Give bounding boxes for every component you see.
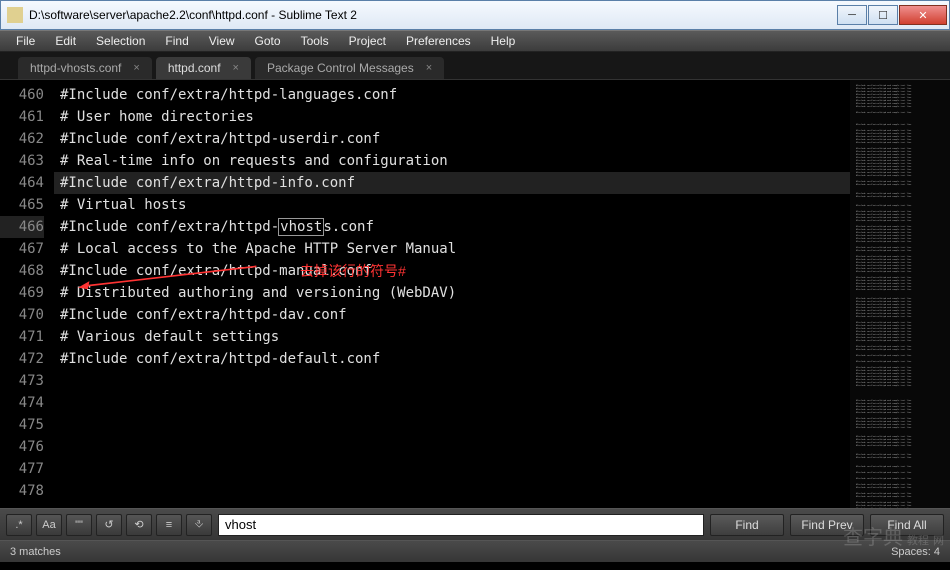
tab[interactable]: httpd-vhosts.conf × bbox=[18, 57, 152, 79]
find-options: .*Aa""↺⟲≡⎀ bbox=[6, 514, 212, 536]
annotation-arrow bbox=[78, 262, 258, 292]
menu-preferences[interactable]: Preferences bbox=[396, 32, 481, 50]
code-line: #Include conf/extra/httpd-default.conf bbox=[54, 348, 850, 370]
menu-goto[interactable]: Goto bbox=[245, 32, 291, 50]
tabbar: httpd-vhosts.conf×httpd.conf×Package Con… bbox=[0, 52, 950, 80]
code-line: # Real-time info on requests and configu… bbox=[54, 150, 850, 172]
find-all-button[interactable]: Find All bbox=[870, 514, 944, 536]
find-option[interactable]: "" bbox=[66, 514, 92, 536]
tab-close-icon[interactable]: × bbox=[233, 62, 239, 74]
code-line: #Include conf/extra/httpd-dav.conf bbox=[54, 304, 850, 326]
menu-project[interactable]: Project bbox=[339, 32, 396, 50]
find-option[interactable]: Aa bbox=[36, 514, 62, 536]
tab-close-icon[interactable]: × bbox=[426, 62, 432, 74]
code-line: #Include conf/extra/httpd-userdir.conf bbox=[54, 128, 850, 150]
minimap[interactable]: #Include conf/extra/httpd mod sample tex… bbox=[850, 80, 950, 508]
tab-close-icon[interactable]: × bbox=[133, 62, 139, 74]
menu-find[interactable]: Find bbox=[155, 32, 198, 50]
code-line: # Local access to the Apache HTTP Server… bbox=[54, 238, 850, 260]
minimap-content: #Include conf/extra/httpd mod sample tex… bbox=[856, 82, 911, 508]
annotation-text: 去掉该行的符号# bbox=[300, 260, 406, 282]
tab-label: httpd-vhosts.conf bbox=[30, 61, 121, 75]
app-icon bbox=[7, 7, 23, 23]
line-gutter: 4604614624634644654664674684694704714724… bbox=[0, 80, 54, 508]
maximize-button[interactable]: ☐ bbox=[868, 5, 898, 25]
menubar: FileEditSelectionFindViewGotoToolsProjec… bbox=[0, 30, 950, 52]
code-line: #Include conf/extra/httpd-vhosts.conf bbox=[54, 216, 850, 238]
window-controls: ─ ☐ ✕ bbox=[836, 5, 947, 25]
code-line: # Virtual hosts bbox=[54, 194, 850, 216]
code-line: # Various default settings bbox=[54, 326, 850, 348]
find-bar: .*Aa""↺⟲≡⎀ Find Find Prev Find All bbox=[0, 508, 950, 540]
tab[interactable]: httpd.conf × bbox=[156, 57, 251, 79]
find-option[interactable]: .* bbox=[6, 514, 32, 536]
indent-indicator[interactable]: Spaces: 4 bbox=[891, 546, 940, 558]
find-prev-button[interactable]: Find Prev bbox=[790, 514, 864, 536]
menu-edit[interactable]: Edit bbox=[45, 32, 86, 50]
editor: 4604614624634644654664674684694704714724… bbox=[0, 80, 950, 508]
match-count: 3 matches bbox=[10, 546, 61, 558]
menu-file[interactable]: File bbox=[6, 32, 45, 50]
tab-label: httpd.conf bbox=[168, 61, 221, 75]
minimize-button[interactable]: ─ bbox=[837, 5, 867, 25]
menu-tools[interactable]: Tools bbox=[291, 32, 339, 50]
tab[interactable]: Package Control Messages × bbox=[255, 57, 444, 79]
search-input[interactable] bbox=[218, 514, 704, 536]
close-button[interactable]: ✕ bbox=[899, 5, 947, 25]
tab-label: Package Control Messages bbox=[267, 61, 414, 75]
code-line: #Include conf/extra/httpd-info.conf bbox=[54, 172, 850, 194]
titlebar: D:\software\server\apache2.2\conf\httpd.… bbox=[0, 0, 950, 30]
code-area[interactable]: 去掉该行的符号# #Include conf/extra/httpd-langu… bbox=[54, 80, 850, 508]
window-title: D:\software\server\apache2.2\conf\httpd.… bbox=[29, 8, 836, 22]
menu-help[interactable]: Help bbox=[481, 32, 526, 50]
menu-selection[interactable]: Selection bbox=[86, 32, 155, 50]
find-option[interactable]: ↺ bbox=[96, 514, 122, 536]
find-option[interactable]: ⎀ bbox=[186, 514, 212, 536]
menu-view[interactable]: View bbox=[199, 32, 245, 50]
code-line: #Include conf/extra/httpd-languages.conf bbox=[54, 84, 850, 106]
find-button[interactable]: Find bbox=[710, 514, 784, 536]
find-option[interactable]: ⟲ bbox=[126, 514, 152, 536]
code-line: # User home directories bbox=[54, 106, 850, 128]
find-option[interactable]: ≡ bbox=[156, 514, 182, 536]
statusbar: 3 matches Spaces: 4 bbox=[0, 540, 950, 562]
